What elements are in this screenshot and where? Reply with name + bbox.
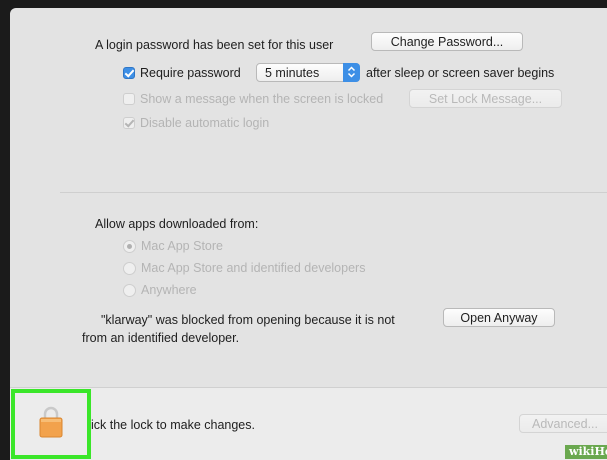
show-message-label: Show a message when the screen is locked [140,92,384,106]
security-pane: A login password has been set for this u… [10,8,607,460]
disable-auto-login-checkbox[interactable] [123,117,135,129]
open-anyway-button[interactable]: Open Anyway [443,308,555,327]
wikihow-watermark: wikiHo [565,445,607,459]
change-password-button[interactable]: Change Password... [371,32,523,51]
blocked-app-message-line2: from an identified developer. [82,331,240,345]
radio-mac-app-store[interactable] [123,240,136,253]
require-password-checkbox[interactable] [123,67,135,79]
require-password-suffix: after sleep or screen saver begins [366,66,555,80]
radio-anywhere[interactable] [123,284,136,297]
set-lock-message-button[interactable]: Set Lock Message... [409,89,562,108]
lock-highlight [11,389,91,459]
option-anywhere: Anywhere [141,283,197,297]
disable-auto-login-label: Disable automatic login [140,116,270,130]
option-mac-app-store: Mac App Store [141,239,223,253]
section-divider [60,192,607,193]
password-status-text: A login password has been set for this u… [95,38,334,52]
require-password-delay-select[interactable]: 5 minutes [256,63,360,82]
padlock-icon [39,406,63,438]
allow-apps-heading: Allow apps downloaded from: [95,217,259,231]
require-password-label: Require password [140,66,241,80]
advanced-button[interactable]: Advanced... [519,414,607,433]
show-message-checkbox[interactable] [123,93,135,105]
radio-identified-developers[interactable] [123,262,136,275]
option-identified-developers: Mac App Store and identified developers [141,261,366,275]
lock-button[interactable] [15,393,87,455]
stepper-arrows-icon [343,63,360,82]
lock-instruction-text: ick the lock to make changes. [91,418,255,432]
footer-bar: ick the lock to make changes. Advanced..… [10,387,607,460]
delay-value: 5 minutes [265,66,320,80]
blocked-app-message-line1: "klarway" was blocked from opening becau… [101,313,395,327]
